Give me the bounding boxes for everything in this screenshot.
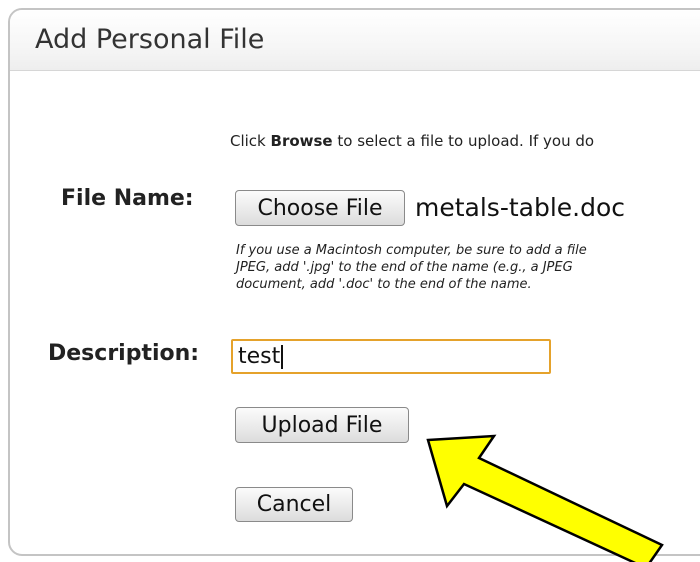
help-line: If you use a Macintosh computer, be sure… bbox=[236, 243, 587, 258]
cancel-button[interactable]: Cancel bbox=[235, 487, 353, 522]
selected-file-name: metals-table.doc bbox=[415, 193, 626, 222]
help-line: JPEG, add '.jpg' to the end of the name … bbox=[236, 260, 573, 275]
file-name-label: File Name: bbox=[61, 186, 194, 211]
instructions-suffix: to select a file to upload. If you do bbox=[332, 132, 595, 150]
upload-file-button[interactable]: Upload File bbox=[235, 407, 409, 443]
dialog-header: Add Personal File bbox=[10, 10, 700, 71]
instructions-prefix: Click bbox=[230, 132, 271, 150]
choose-file-button[interactable]: Choose File bbox=[235, 190, 405, 226]
description-input[interactable]: test bbox=[231, 339, 551, 374]
help-line: document, add '.doc' to the end of the n… bbox=[236, 277, 532, 292]
description-value: test bbox=[238, 344, 281, 369]
text-caret bbox=[281, 344, 284, 369]
description-label: Description: bbox=[48, 341, 200, 366]
upload-instructions: Click Browse to select a file to upload.… bbox=[230, 132, 594, 150]
instructions-browse-keyword: Browse bbox=[270, 132, 333, 150]
dialog-title: Add Personal File bbox=[35, 24, 265, 55]
file-help-text: If you use a Macintosh computer, be sure… bbox=[236, 242, 700, 293]
